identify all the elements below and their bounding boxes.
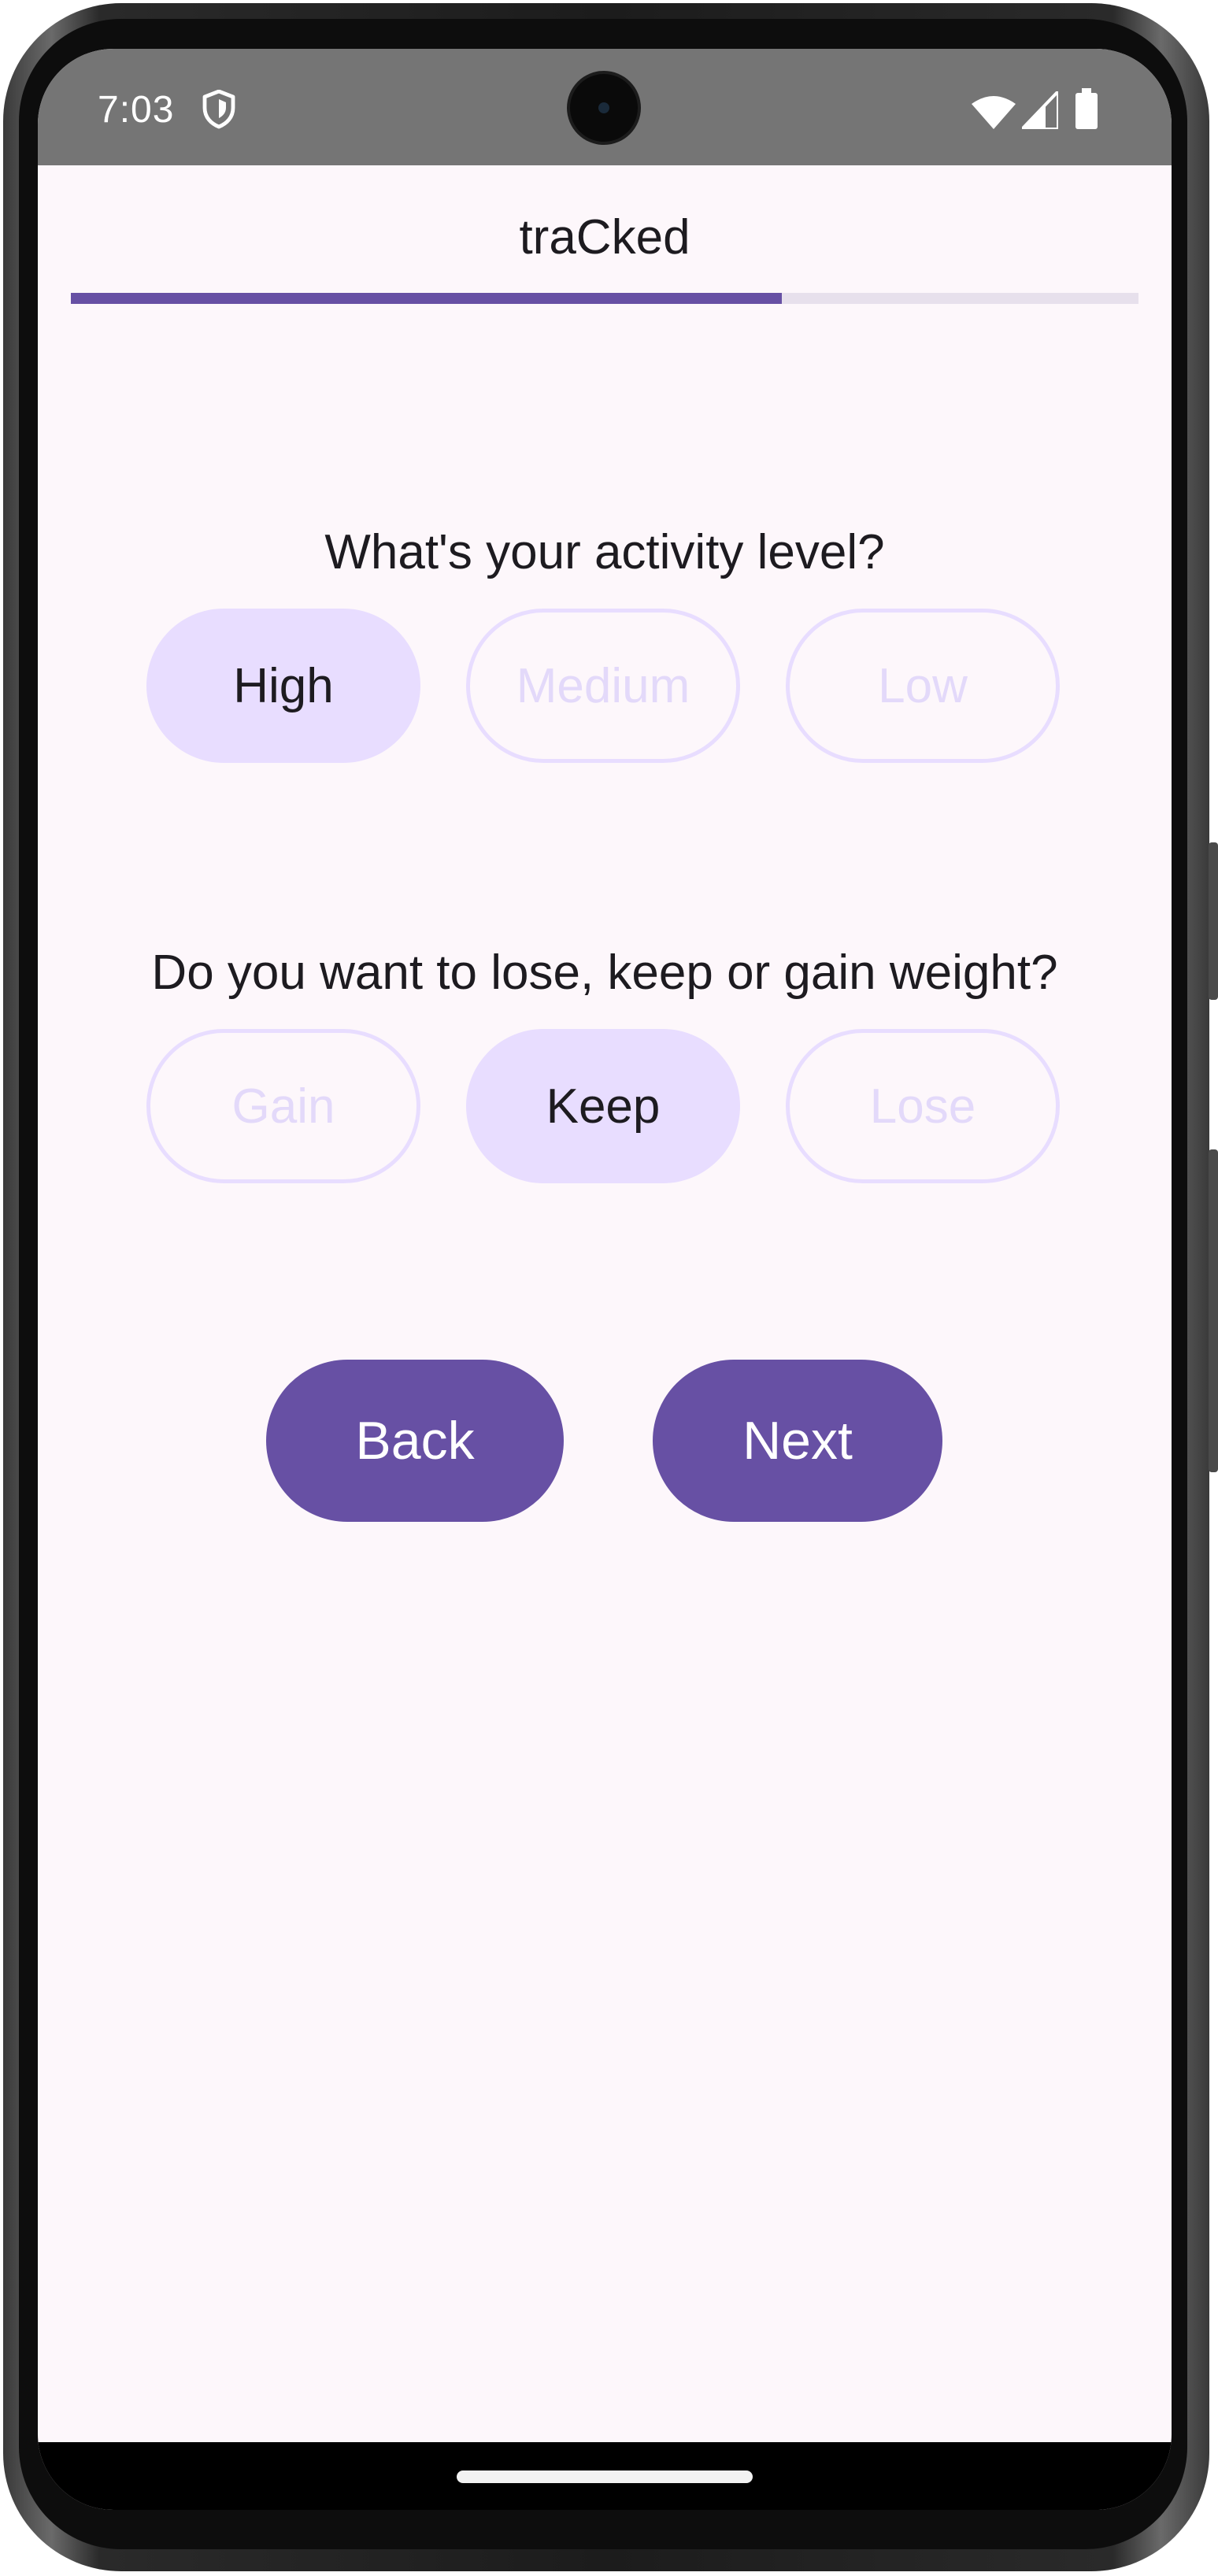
next-button[interactable]: Next <box>653 1360 942 1522</box>
goal-question: Do you want to lose, keep or gain weight… <box>151 946 1058 1000</box>
wifi-icon <box>972 96 1016 129</box>
signal-icon <box>1022 91 1058 129</box>
status-time: 7:03 <box>98 89 175 131</box>
activity-option-low[interactable]: Low <box>786 609 1060 763</box>
progress-bar <box>71 293 1138 304</box>
activity-question: What's your activity level? <box>324 525 885 579</box>
phone-device: 7:03 traCked What's your activity level? <box>0 0 1218 2576</box>
app-title: traCked <box>519 210 690 265</box>
battery-icon <box>1075 88 1098 129</box>
home-gesture-handle[interactable] <box>457 2471 753 2483</box>
goal-option-keep[interactable]: Keep <box>466 1029 740 1183</box>
status-bar: 7:03 <box>38 49 1172 165</box>
power-button <box>1209 842 1218 1000</box>
shield-icon <box>202 90 235 129</box>
activity-option-high[interactable]: High <box>146 609 420 763</box>
goal-option-gain[interactable]: Gain <box>146 1029 420 1183</box>
screen: 7:03 traCked What's your activity level? <box>38 49 1172 2510</box>
back-button[interactable]: Back <box>266 1360 564 1522</box>
front-camera <box>570 74 638 142</box>
progress-fill <box>71 293 783 304</box>
activity-option-medium[interactable]: Medium <box>466 609 740 763</box>
volume-button <box>1209 1149 1218 1472</box>
goal-option-lose[interactable]: Lose <box>786 1029 1060 1183</box>
